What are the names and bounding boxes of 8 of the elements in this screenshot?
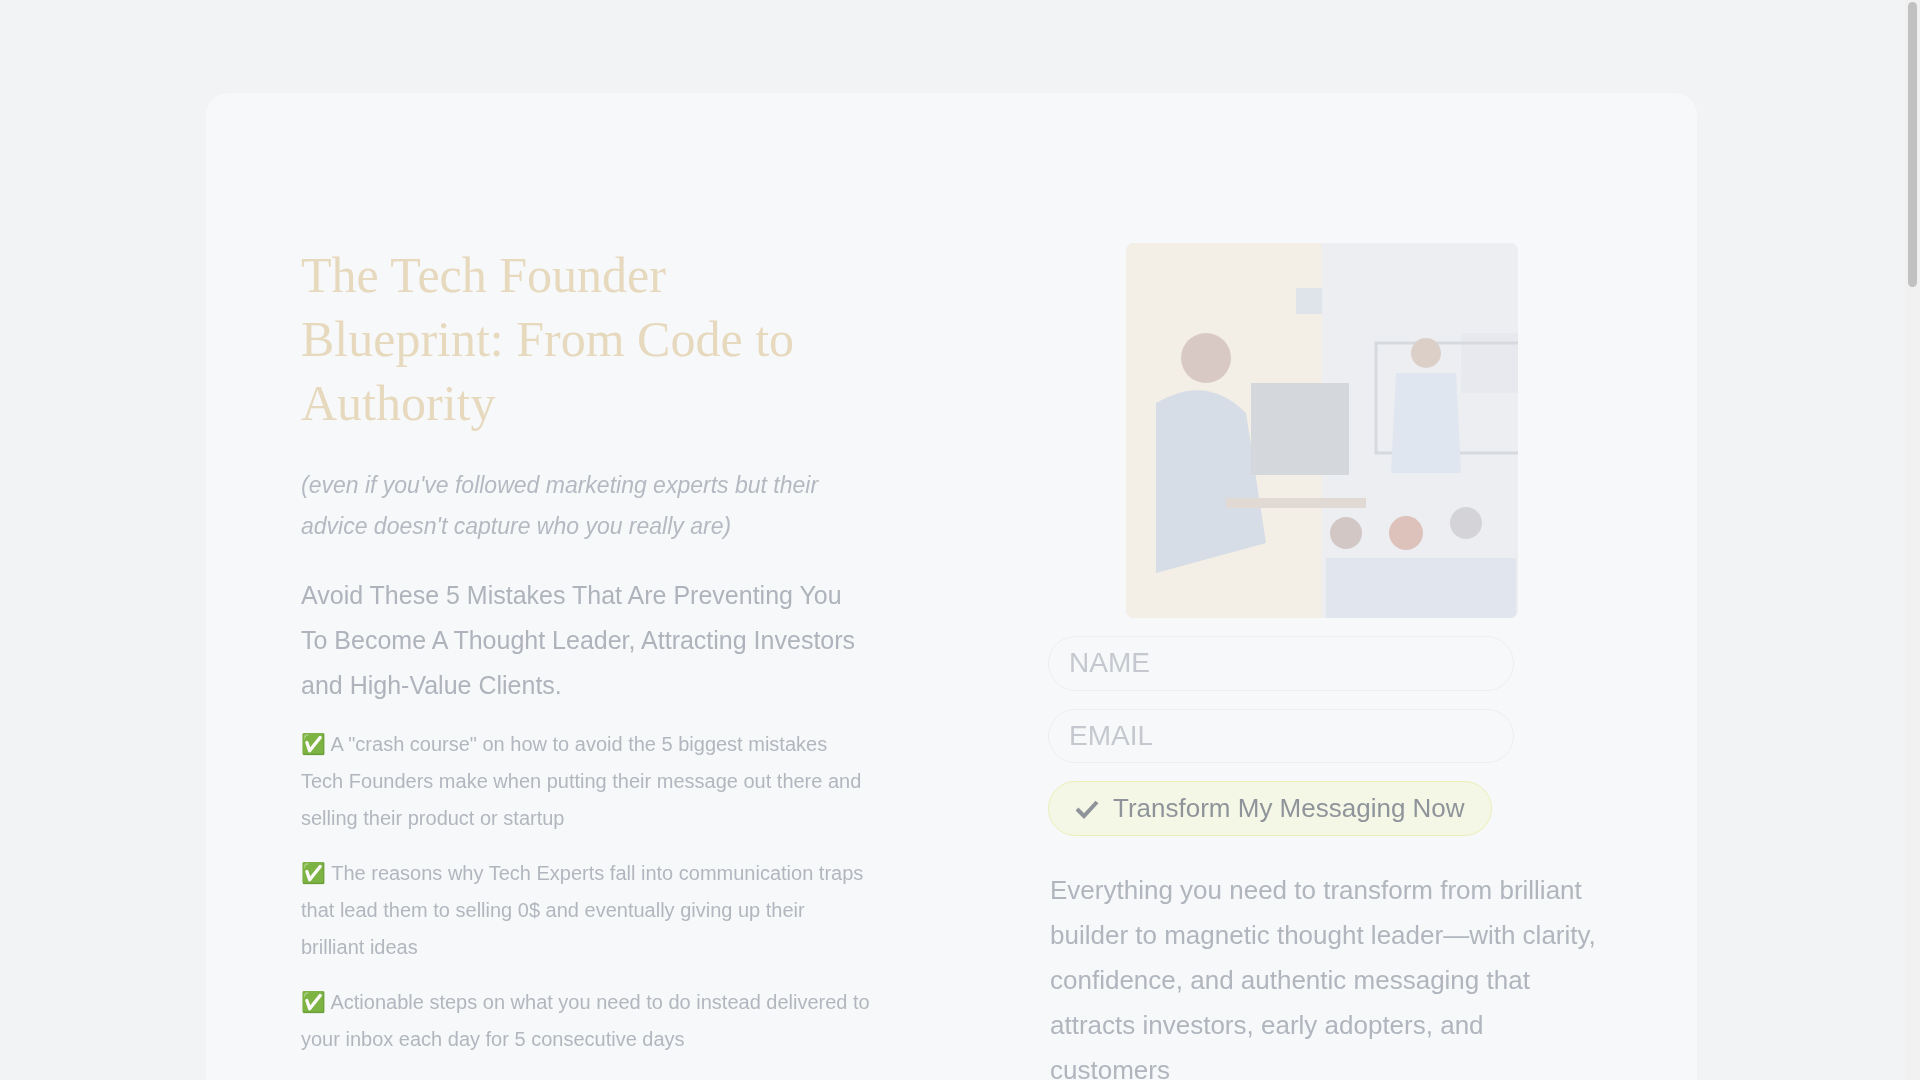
benefit-text: ✅ Actionable steps on what you need to do instead delivered to your inbox each day for 5 consecutive days bbox=[301, 990, 871, 1052]
submit-button[interactable]: Transform My Messaging Now bbox=[1048, 781, 1492, 836]
description-text: Everything you need to transform from brilliant builder to magnetic thought leader—with clarity, confidence, and authentic messaging that attracts investors, early adopters, and customers bbox=[1050, 874, 1597, 1080]
subtitle: (even if you've followed marketing experts but their advice doesn't capture who you really are) bbox=[301, 471, 820, 541]
benefit-text: ✅ A "crash course" on how to avoid the 5 biggest mistakes Tech Founders make when putting their message out there and selling their product or startup bbox=[301, 732, 863, 831]
page-title: The Tech Founder Blueprint: From Code to Authority bbox=[301, 246, 796, 433]
benefit-text: ✅ The reasons why Tech Experts fall into communication traps that lead them to selling 0$ and eventually giving up their brilliant ideas bbox=[301, 861, 865, 960]
section-heading: Avoid These 5 Mistakes That Are Preventing You To Become A Thought Leader, Attracting Investors and High-Value Clients. bbox=[301, 580, 857, 701]
